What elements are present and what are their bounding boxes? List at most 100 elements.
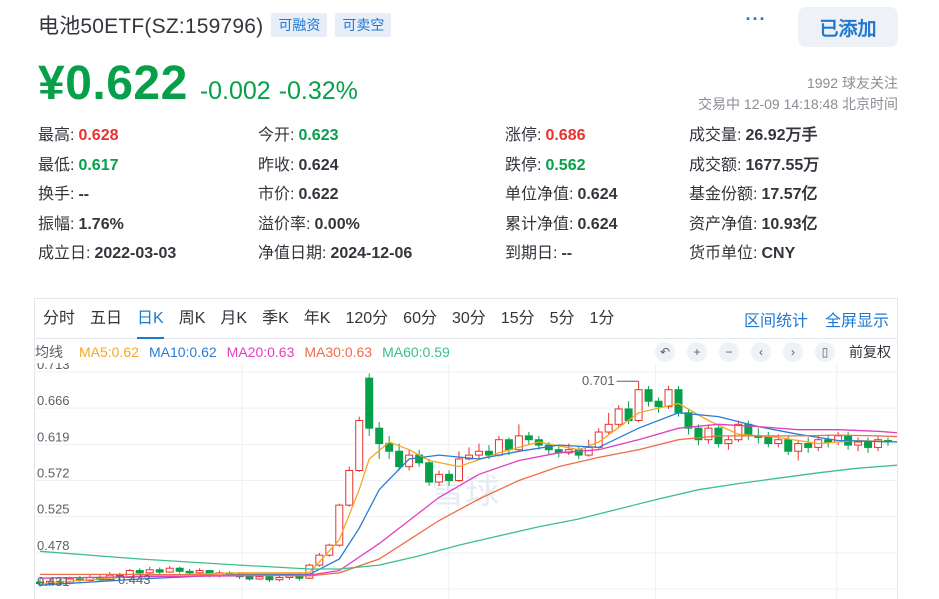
period-tab[interactable]: 年K <box>304 299 331 339</box>
quote-value: 2024-12-06 <box>330 245 413 262</box>
candle-down <box>684 412 693 429</box>
quote-label: 累计净值: <box>505 215 574 233</box>
period-tab[interactable]: 1分 <box>590 299 615 339</box>
period-tab[interactable]: 60分 <box>403 299 437 339</box>
quote-cell: 最高: 0.628 <box>38 125 119 147</box>
quote-value: 0.624 <box>577 215 618 233</box>
candle-down <box>804 443 813 448</box>
quote-label: 今开: <box>258 127 295 144</box>
high-marker-label: 0.701 <box>582 373 615 388</box>
range-stats-link[interactable]: 区间统计 <box>744 307 808 331</box>
ma-legend: 均线 MA5:0.62 MA10:0.62 MA20:0.63 MA30:0.6… <box>35 341 897 363</box>
candle-down <box>484 450 493 456</box>
candle-toggle-icon[interactable]: ▯ <box>815 342 835 362</box>
fullscreen-link[interactable]: 全屏显示 <box>825 307 889 331</box>
candle-down <box>425 462 434 483</box>
price-row: ¥0.622 -0.002 -0.32% <box>38 56 358 111</box>
quote-row: 换手: -- 市价: 0.622 单位净值: 0.624 基金份额: 17.57亿 <box>38 184 898 214</box>
period-tab[interactable]: 30分 <box>452 299 486 339</box>
pan-left-icon[interactable]: ‹ <box>751 342 771 362</box>
zoom-out-icon[interactable]: − <box>719 342 739 362</box>
quote-label: 最低: <box>38 156 75 174</box>
pan-right-icon[interactable]: › <box>783 342 803 362</box>
y-tick-label: 0.525 <box>37 502 70 517</box>
quote-label: 单位净值: <box>505 186 574 203</box>
candle-down <box>185 570 194 574</box>
candle-down <box>764 436 773 445</box>
candle-up <box>734 423 743 441</box>
short-tag[interactable]: 可卖空 <box>335 13 392 37</box>
quote-label: 基金份额: <box>689 186 758 203</box>
quote-value: 0.628 <box>78 127 119 144</box>
quote-label: 货币单位: <box>689 245 758 262</box>
quote-cell: 最低: 0.617 <box>38 155 119 177</box>
ma-label[interactable]: 均线 <box>35 342 63 362</box>
quote-cell: 成立日: 2022-03-03 <box>38 243 176 265</box>
quote-grid: 最高: 0.628 今开: 0.623 涨停: 0.686 成交量: 26.92万手 最低: 0.… <box>38 125 898 273</box>
added-button[interactable]: 已添加 <box>798 7 898 47</box>
quote-label: 涨停: <box>505 127 542 144</box>
quote-row: 最高: 0.628 今开: 0.623 涨停: 0.686 成交量: 26.92万手 <box>38 125 898 155</box>
ma30-value: MA30:0.63 <box>304 344 373 360</box>
quote-value: -- <box>561 245 573 262</box>
quote-value: 2022-03-03 <box>94 245 177 262</box>
candle-down <box>654 400 663 408</box>
period-tab[interactable]: 月K <box>220 299 247 339</box>
ma5-value: MA5:0.62 <box>79 344 139 360</box>
y-tick-label: 0.478 <box>37 538 70 553</box>
quote-cell: 货币单位: CNY <box>689 243 795 265</box>
followers-count[interactable]: 1992 球友关注 <box>807 73 898 93</box>
quote-value: 0.624 <box>577 186 618 203</box>
quote-label: 换手: <box>38 186 75 203</box>
quote-cell: 成交量: 26.92万手 <box>689 125 818 147</box>
quote-label: 到期日: <box>505 245 558 262</box>
quote-label: 市价: <box>258 186 295 203</box>
quote-value: 0.686 <box>545 127 586 144</box>
candle-up <box>614 408 623 425</box>
period-tab[interactable]: 分时 <box>43 299 75 339</box>
adjust-mode[interactable]: 前复权 <box>849 342 891 362</box>
period-tab[interactable]: 季K <box>262 299 289 339</box>
candle-down <box>395 450 404 468</box>
quote-cell: 今开: 0.623 <box>258 125 339 147</box>
period-tab[interactable]: 五日 <box>90 299 122 339</box>
back-icon[interactable]: ↶ <box>655 342 675 362</box>
margin-tag[interactable]: 可融资 <box>271 13 328 37</box>
stock-header: 电池50ETF(SZ:159796) 可融资 可卖空 <box>38 10 392 40</box>
quote-label: 净值日期: <box>258 245 327 262</box>
quote-cell: 昨收: 0.624 <box>258 155 339 177</box>
candle-down <box>265 576 274 581</box>
candle-down <box>864 441 873 448</box>
y-tick-label: 0.431 <box>37 574 70 589</box>
quote-cell: 振幅: 1.76% <box>38 214 124 236</box>
zoom-in-icon[interactable]: + <box>687 342 707 362</box>
y-tick-label: 0.619 <box>37 429 70 444</box>
quote-cell: 单位净值: 0.624 <box>505 184 618 206</box>
candle-down <box>375 427 384 445</box>
quote-cell: 基金份额: 17.57亿 <box>689 184 818 206</box>
quote-cell: 累计净值: 0.624 <box>505 214 618 236</box>
more-icon[interactable]: ··· <box>745 10 767 30</box>
chart-tools: ↶ + − ‹ › ▯ 前复权 <box>643 341 891 363</box>
period-tab[interactable]: 15分 <box>501 299 535 339</box>
quote-cell: 跌停: 0.562 <box>505 155 586 177</box>
candle-down <box>644 389 653 402</box>
candle-up <box>455 458 464 482</box>
quote-label: 昨收: <box>258 156 295 174</box>
period-tab[interactable]: 120分 <box>345 299 388 339</box>
period-tab[interactable]: 周K <box>179 299 206 339</box>
candle-up <box>664 389 673 408</box>
candle-up <box>255 576 264 580</box>
y-tick-label: 0.666 <box>37 393 70 408</box>
candle-up <box>474 450 483 456</box>
period-tab[interactable]: 5分 <box>550 299 575 339</box>
quote-label: 最高: <box>38 127 75 144</box>
period-tab[interactable]: 日K <box>137 299 164 339</box>
quote-cell: 净值日期: 2024-12-06 <box>258 243 412 265</box>
candle-down <box>365 377 374 429</box>
ma60-value: MA60:0.59 <box>382 344 450 360</box>
quote-value: 0.623 <box>298 127 339 144</box>
quote-label: 成立日: <box>38 245 91 262</box>
quote-cell: 成交额: 1677.55万 <box>689 155 819 177</box>
candle-up <box>604 423 613 433</box>
